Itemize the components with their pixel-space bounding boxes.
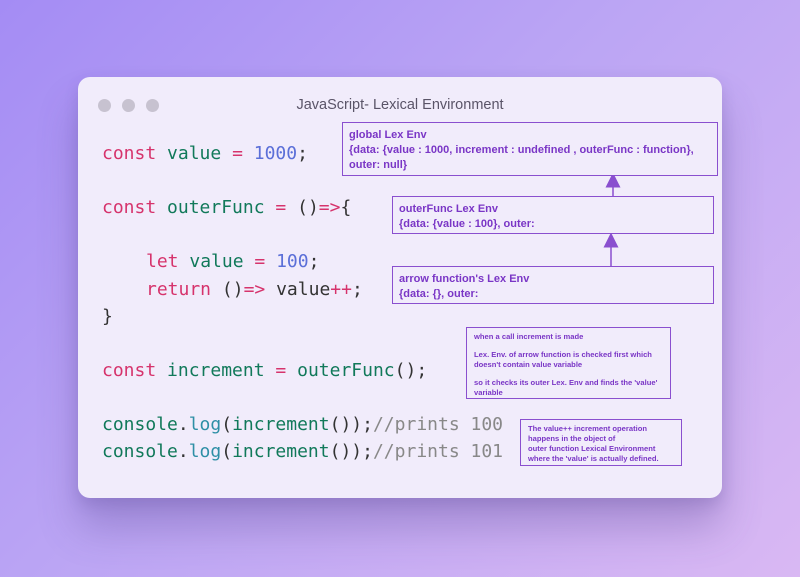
note-text: happens in the object of <box>528 434 616 443</box>
note-text: The value++ increment operation <box>528 424 648 433</box>
box-title: global Lex Env <box>349 129 427 141</box>
note-text: where the 'value' is actually defined. <box>528 454 659 463</box>
increment-note-box: The value++ increment operation happens … <box>520 419 682 466</box>
note-text: so it checks its outer Lex. Env and find… <box>474 378 658 387</box>
global-lex-env-box: global Lex Env {data: {value : 1000, inc… <box>342 122 718 176</box>
note-text: doesn't contain value variable <box>474 360 583 369</box>
box-text: {data: {}, outer: <box>399 288 479 300</box>
arrow-lex-env-box: arrow function's Lex Env {data: {}, oute… <box>392 266 714 304</box>
note-text: Lex. Env. of arrow function is checked f… <box>474 350 652 359</box>
note-text: outer function Lexical Environment <box>528 444 656 453</box>
box-text: {data: {value : 100}, outer: <box>399 218 535 230</box>
note-text: when a call increment is made <box>474 332 584 341</box>
note-text: variable <box>474 388 503 397</box>
box-title: arrow function's Lex Env <box>399 273 530 285</box>
box-title: outerFunc Lex Env <box>399 203 499 215</box>
box-text: outer: null} <box>349 159 408 171</box>
outerfunc-lex-env-box: outerFunc Lex Env {data: {value : 100}, … <box>392 196 714 234</box>
lookup-note-box: when a call increment is made Lex. Env. … <box>466 327 671 399</box>
box-text: {data: {value : 1000, increment : undefi… <box>349 144 694 156</box>
